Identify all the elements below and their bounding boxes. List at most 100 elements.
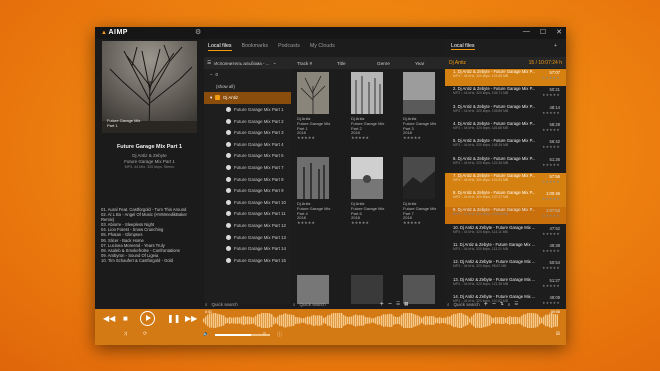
find-icon[interactable]: ⌕ xyxy=(508,302,511,307)
rating-stars[interactable]: ★★★★★ xyxy=(542,163,560,167)
rating-stars[interactable]: ★★★★★ xyxy=(542,266,560,270)
playlist-item[interactable]: 11. Dj Antiz & Zebyte - Future Garage Mi… xyxy=(445,242,566,259)
tree-album-item[interactable]: Future Garage Mix Part 1 xyxy=(204,104,291,116)
album-thumb[interactable] xyxy=(297,72,329,114)
rating-stars[interactable]: ★★★★★ xyxy=(297,220,337,226)
tree-album-item[interactable]: Future Garage Mix Part 10 xyxy=(204,197,291,209)
equalizer-icon[interactable]: ≡ xyxy=(263,331,266,337)
grid-search-input[interactable]: Quick search xyxy=(300,302,326,307)
tree-album-item[interactable]: Future Garage Mix Part 13 xyxy=(204,231,291,243)
tab-podcasts[interactable]: Podcasts xyxy=(278,43,300,51)
menu-icon[interactable]: ☰ xyxy=(207,60,211,66)
tree-header[interactable]: ☰ Исполнитель альбома - ... ⌄ xyxy=(204,57,291,69)
next-icon[interactable]: ▶▶ xyxy=(185,314,197,323)
tree-album-item[interactable]: Future Garage Mix Part 12 xyxy=(204,220,291,232)
rating-stars[interactable]: ★★★★★ xyxy=(542,249,560,253)
col-genre[interactable]: Genre xyxy=(367,61,407,66)
playlist-item[interactable]: 10. Dj Antiz & Zebyte - Future Garage Mi… xyxy=(445,225,566,242)
playlist-group-header[interactable]: Dj Antiz 15 / 10:07:24 h xyxy=(445,57,566,68)
playlist-item[interactable]: 7. Dj Antiz & Zebyte - Future Garage Mix… xyxy=(445,172,566,190)
col-track[interactable]: Track # xyxy=(291,61,327,66)
rating-stars[interactable]: ★★★★★ xyxy=(542,180,560,184)
triangle-down-icon[interactable]: ▾ xyxy=(210,95,212,101)
playlist-item[interactable]: 1. Dj Antiz & Zebyte - Future Garage Mix… xyxy=(445,69,566,86)
rating-stars[interactable]: ★★★★★ xyxy=(403,135,443,141)
rating-stars[interactable]: ★★★★★ xyxy=(542,111,560,115)
shuffle-icon[interactable]: ⤨ xyxy=(123,331,127,337)
rating-stars[interactable]: ★★★★★ xyxy=(542,145,560,149)
close-button[interactable]: ✕ xyxy=(556,28,562,36)
stop-icon[interactable]: ■ xyxy=(123,314,128,323)
maximize-button[interactable]: ☐ xyxy=(540,28,546,36)
tree-album-item[interactable]: Future Garage Mix Part 6 xyxy=(204,150,291,162)
tab-bookmarks[interactable]: Bookmarks xyxy=(242,43,269,51)
queue-item[interactable]: 10. Tim Schaufert & Castforgold - Gold xyxy=(101,258,203,263)
remove-button[interactable]: − xyxy=(388,301,392,308)
add-button[interactable]: + xyxy=(484,301,488,308)
album-thumb[interactable] xyxy=(403,157,435,199)
playlist-tab[interactable]: Local files xyxy=(451,43,475,50)
playlist-item[interactable]: 13. Dj Antiz & Zebyte - Future Garage Mi… xyxy=(445,277,566,294)
remove-button[interactable]: − xyxy=(492,301,496,308)
album-thumb[interactable] xyxy=(351,157,383,199)
sort-icon[interactable]: ⇅ xyxy=(500,301,504,307)
album-thumb[interactable] xyxy=(297,157,329,199)
tree-count-row[interactable]: –0 xyxy=(204,69,291,81)
menu-icon[interactable]: ☰ xyxy=(396,301,400,307)
rating-stars[interactable]: ★★★★★ xyxy=(542,301,560,305)
playlist-item[interactable]: 5. Dj Antiz & Zebyte - Future Garage Mix… xyxy=(445,138,566,155)
rating-stars[interactable]: ★★★★★ xyxy=(542,76,560,80)
add-button[interactable]: + xyxy=(380,301,384,308)
album-thumb[interactable] xyxy=(403,72,435,114)
settings-icon[interactable]: ⚙ xyxy=(195,28,201,36)
tree-album-item[interactable]: Future Garage Mix Part 8 xyxy=(204,173,291,185)
playlist-item[interactable]: 4. Dj Antiz & Zebyte - Future Garage Mix… xyxy=(445,121,566,138)
album-thumb[interactable] xyxy=(351,72,383,114)
volume-icon[interactable]: 🔈 xyxy=(203,331,209,337)
playlist-item[interactable]: 9. Dj Antiz & Zebyte - Future Garage Mix… xyxy=(445,207,566,225)
visualization-icon[interactable]: ⊞ xyxy=(556,331,560,337)
tree-show-all[interactable]: (show all) xyxy=(204,81,291,93)
rating-stars[interactable]: ★★★★★ xyxy=(542,284,560,288)
playlist-item[interactable]: 2. Dj Antiz & Zebyte - Future Garage Mix… xyxy=(445,86,566,103)
tab-local-files[interactable]: Local files xyxy=(208,43,232,51)
chevron-down-icon[interactable]: ⌄ xyxy=(273,60,277,66)
tree-search-input[interactable]: Quick search xyxy=(212,302,238,307)
waveform-seekbar[interactable] xyxy=(203,313,558,328)
pause-icon[interactable]: ❚❚ xyxy=(167,314,180,323)
tab-my-clouds[interactable]: My Clouds xyxy=(310,43,335,51)
rating-stars[interactable]: ★★★★★ xyxy=(542,93,560,97)
tree-album-item[interactable]: Future Garage Mix Part 7 xyxy=(204,162,291,174)
rating-stars[interactable]: ★★★★★ xyxy=(403,220,443,226)
rating-stars[interactable]: ★★★★★ xyxy=(297,135,337,141)
previous-icon[interactable]: ◀◀ xyxy=(103,314,115,323)
tree-album-item[interactable]: Future Garage Mix Part 14 xyxy=(204,243,291,255)
playlist-item[interactable]: 6. Dj Antiz & Zebyte - Future Garage Mix… xyxy=(445,156,566,173)
rating-stars[interactable]: ★★★★★ xyxy=(542,128,560,132)
playlist-item[interactable]: 3. Dj Antiz & Zebyte - Future Garage Mix… xyxy=(445,104,566,121)
rating-stars[interactable]: ★★★★★ xyxy=(351,135,391,141)
search-icon[interactable]: ⌕ xyxy=(205,302,208,307)
collapse-icon[interactable]: – xyxy=(210,72,212,77)
playlist-item[interactable]: 12. Dj Antiz & Zebyte - Future Garage Mi… xyxy=(445,259,566,276)
search-icon[interactable]: ⌕ xyxy=(293,302,296,307)
grid-view-icon[interactable]: ▦ xyxy=(404,301,408,307)
info-icon[interactable]: ⓘ xyxy=(277,331,282,338)
volume-slider[interactable] xyxy=(215,334,270,336)
rating-stars[interactable]: ★★★★★ xyxy=(542,214,560,218)
tree-album-item[interactable]: Future Garage Mix Part 4 xyxy=(204,139,291,151)
add-playlist-icon[interactable]: + xyxy=(554,43,557,49)
tree-artist-selected[interactable]: ▾ Dj Antiz xyxy=(204,92,291,104)
playlist-item[interactable]: 8. Dj Antiz & Zebyte - Future Garage Mix… xyxy=(445,190,566,208)
rating-stars[interactable]: ★★★★★ xyxy=(542,232,560,236)
play-button[interactable] xyxy=(140,311,155,326)
tree-album-item[interactable]: Future Garage Mix Part 3 xyxy=(204,127,291,139)
repeat-icon[interactable]: ⟳ xyxy=(143,331,147,337)
tree-album-item[interactable]: Future Garage Mix Part 2 xyxy=(204,115,291,127)
tree-album-item[interactable]: Future Garage Mix Part 9 xyxy=(204,185,291,197)
menu-icon[interactable]: ☰ xyxy=(514,301,518,307)
rating-stars[interactable]: ★★★★★ xyxy=(351,220,391,226)
search-icon[interactable]: ⌕ xyxy=(447,302,450,307)
playlist-search-input[interactable]: Quick search xyxy=(454,302,480,307)
minimize-button[interactable]: — xyxy=(523,28,530,36)
